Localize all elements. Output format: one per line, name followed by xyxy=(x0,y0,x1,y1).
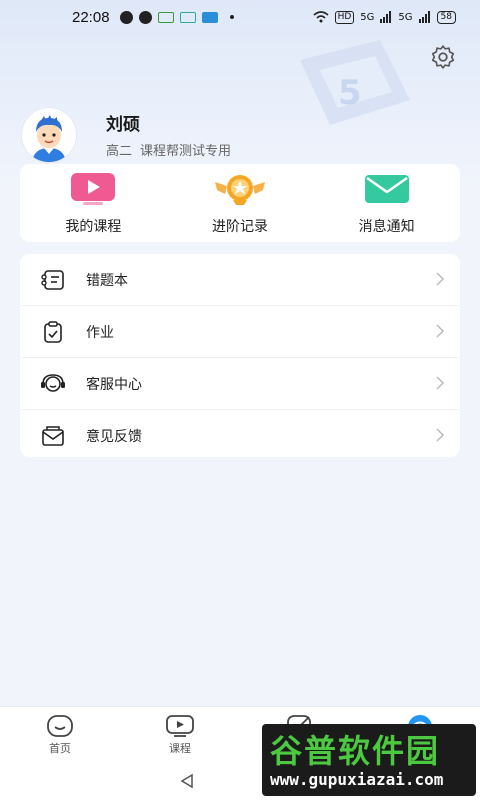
user-grade: 高二 xyxy=(106,144,133,159)
watermark-url: www.gupuxiazai.com xyxy=(270,770,444,789)
avatar-boy-icon xyxy=(22,108,76,162)
chat-icon xyxy=(119,10,133,24)
wifi-icon xyxy=(313,11,329,23)
home-face-icon xyxy=(47,715,73,737)
tab-label: 课程 xyxy=(169,742,191,755)
signal-5g-2: 5G xyxy=(398,11,413,23)
mail-icon xyxy=(364,175,409,203)
quick-actions-card: 我的课程 进阶记录 消息通知 xyxy=(20,164,460,242)
system-status: HD 5G 5G 58 xyxy=(313,10,456,24)
message-icon xyxy=(179,11,196,23)
menu-item-customer-service[interactable]: 客服中心 xyxy=(20,358,460,410)
avatar[interactable] xyxy=(22,108,76,162)
menu-list: 错题本 作业 客服中心 意见反馈 xyxy=(20,254,460,457)
clipboard-icon xyxy=(44,320,62,343)
app-icon xyxy=(138,10,152,24)
battery-indicator: 58 xyxy=(436,10,456,24)
course-play-icon xyxy=(166,715,194,737)
status-bar: 22:08 HD 5G 5G 58 xyxy=(0,0,480,34)
menu-item-mistake-book[interactable]: 错题本 xyxy=(20,254,460,306)
back-triangle-icon[interactable] xyxy=(178,773,196,789)
notebook-icon xyxy=(41,269,64,290)
watermark-title: 谷普软件园 xyxy=(270,732,441,770)
user-info: 高二 课程帮测试专用 xyxy=(106,140,231,159)
chevron-right-icon xyxy=(436,376,445,390)
menu-item-homework[interactable]: 作业 xyxy=(20,306,460,358)
quick-label: 进阶记录 xyxy=(212,219,268,235)
notification-icons xyxy=(119,10,234,24)
envelope-icon xyxy=(42,425,64,446)
headset-icon xyxy=(41,373,65,392)
hd-badge: HD xyxy=(334,10,355,24)
wechat-icon xyxy=(157,11,174,23)
quick-my-courses[interactable]: 我的课程 xyxy=(20,164,167,242)
signal-5g-1: 5G xyxy=(360,11,375,23)
status-time: 22:08 xyxy=(72,8,110,26)
chevron-right-icon xyxy=(436,428,445,442)
watermark-overlay: 谷普软件园 www.gupuxiazai.com xyxy=(262,724,476,796)
chevron-right-icon xyxy=(436,324,445,338)
menu-label: 错题本 xyxy=(86,272,128,289)
quick-progress-record[interactable]: 进阶记录 xyxy=(167,164,314,242)
tab-home[interactable]: 首页 xyxy=(0,707,120,763)
quick-label: 我的课程 xyxy=(65,219,122,235)
menu-item-feedback[interactable]: 意见反馈 xyxy=(20,410,460,461)
user-account-note: 课程帮测试专用 xyxy=(140,144,232,159)
quick-notifications[interactable]: 消息通知 xyxy=(313,164,460,242)
tab-courses[interactable]: 课程 xyxy=(120,707,240,763)
telegram-icon xyxy=(201,11,218,23)
more-dot-icon xyxy=(229,15,234,19)
menu-label: 意见反馈 xyxy=(86,428,142,445)
tv-play-icon xyxy=(71,173,116,205)
chevron-right-icon xyxy=(436,272,445,286)
menu-label: 客服中心 xyxy=(86,376,142,393)
user-name: 刘硕 xyxy=(106,115,140,135)
user-profile[interactable]: 刘硕 高二 课程帮测试专用 xyxy=(22,108,462,162)
svg-text:5: 5 xyxy=(338,73,362,113)
signal-bars-icon xyxy=(380,11,392,23)
quick-label: 消息通知 xyxy=(358,219,415,235)
menu-label: 作业 xyxy=(86,324,114,341)
signal-bars-icon xyxy=(418,11,430,23)
tab-label: 首页 xyxy=(49,742,71,755)
badge-star-icon xyxy=(215,175,265,205)
settings-gear-icon[interactable] xyxy=(430,44,456,70)
